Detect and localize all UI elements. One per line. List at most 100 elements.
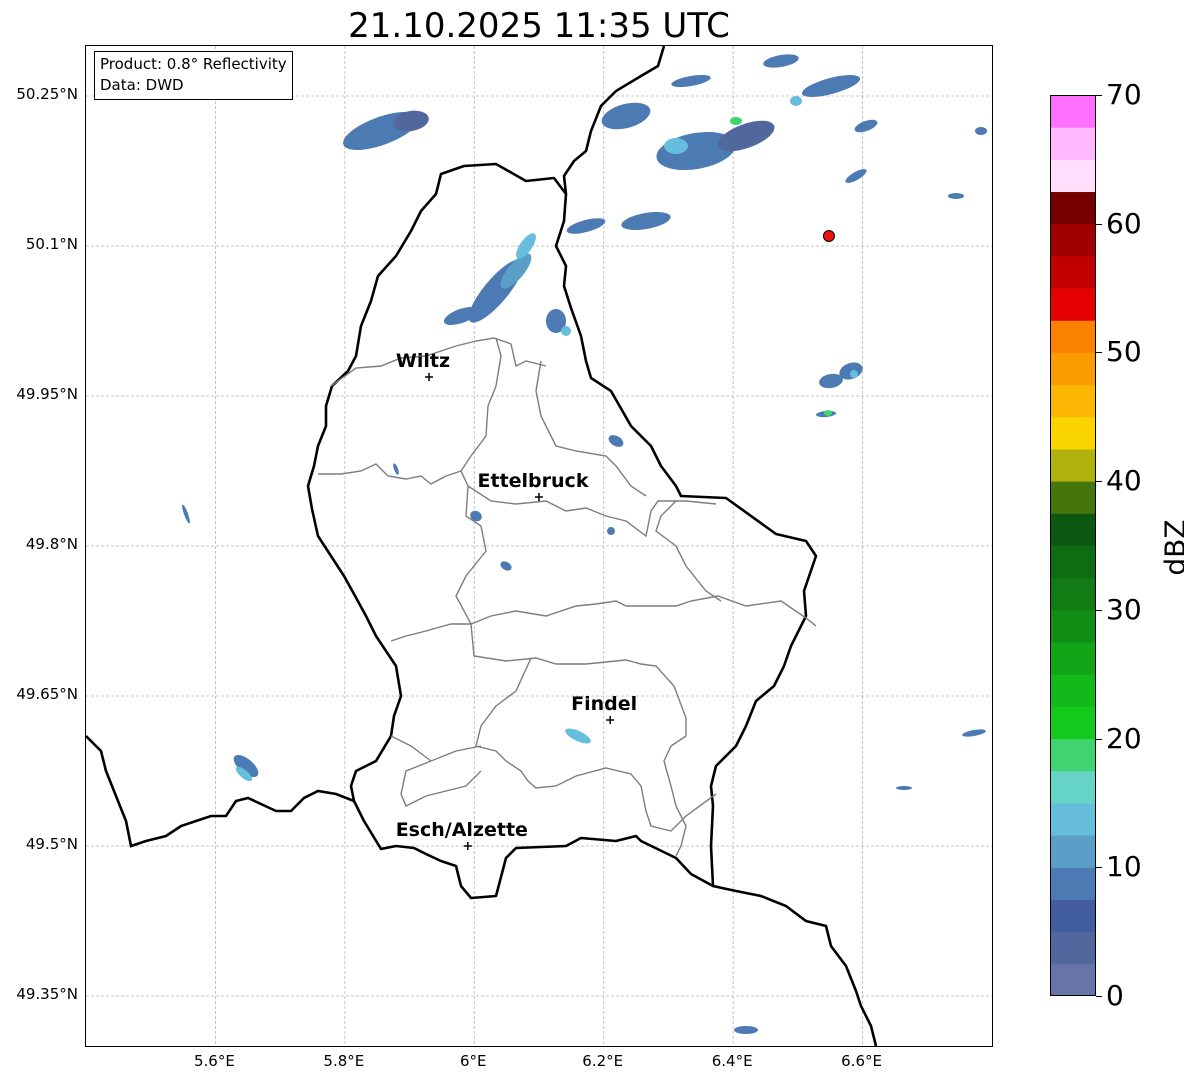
city-label: Esch/Alzette — [396, 819, 528, 841]
colorbar-segment — [1050, 255, 1096, 289]
product-info-box: Product: 0.8° Reflectivity Data: DWD — [94, 51, 293, 100]
colorbar-segment — [1050, 867, 1096, 900]
colorbar-segment — [1050, 609, 1096, 643]
radar-echo — [565, 728, 591, 744]
colorbar-segment — [1050, 352, 1096, 386]
radar-echo — [500, 561, 512, 571]
product-label: Product: 0.8° Reflectivity — [100, 55, 287, 73]
city-label: Ettelbruck — [478, 470, 589, 492]
lat-tick-label: 50.25°N — [16, 85, 78, 103]
lon-tick-label: 6.2°E — [582, 1052, 624, 1070]
canton-boundary — [655, 500, 722, 602]
colorbar-segment — [1050, 191, 1096, 225]
colorbar-segment — [1050, 706, 1096, 740]
lon-tick-label: 6.4°E — [711, 1052, 753, 1070]
luxembourg-border — [306, 162, 818, 900]
colorbar — [1050, 95, 1096, 996]
city-label: Findel — [571, 693, 637, 715]
canton-boundary — [318, 463, 462, 485]
city-label: Wiltz — [396, 350, 450, 372]
lat-tick-label: 49.5°N — [25, 835, 78, 853]
map-canvas[interactable]: Wiltz Ettelbruck Findel Esch/Alzette — [86, 46, 992, 1046]
lon-tick-label: 5.8°E — [323, 1052, 365, 1070]
radar-echo — [962, 729, 986, 737]
colorbar-segment — [1050, 770, 1096, 804]
colorbar-segment — [1050, 513, 1096, 546]
city-marker: Wiltz — [396, 350, 450, 381]
france-germany-border — [712, 884, 878, 1046]
colorbar-tick-label: 70 — [1106, 78, 1142, 111]
radar-echo — [730, 117, 742, 125]
radar-echo — [621, 212, 671, 230]
colorbar-segment — [1050, 738, 1096, 772]
colorbar-segment — [1050, 577, 1096, 611]
radar-echo — [850, 370, 858, 378]
graticule-lines — [86, 46, 992, 1046]
lat-tick-label: 49.8°N — [25, 535, 78, 553]
radar-echo — [393, 463, 399, 475]
colorbar-tick-mark — [1096, 609, 1102, 611]
colorbar-label: dBZ — [1158, 519, 1184, 576]
radar-echo — [948, 193, 964, 199]
city-marker: Esch/Alzette — [396, 819, 528, 850]
colorbar-tick-label: 30 — [1106, 592, 1142, 626]
canton-boundary — [390, 735, 432, 762]
colorbar-segment — [1050, 320, 1096, 353]
lon-tick-label: 6.6°E — [841, 1052, 882, 1070]
colorbar-tick-mark — [1096, 223, 1102, 225]
colorbar-segment — [1050, 481, 1096, 514]
colorbar-tick-mark — [1096, 867, 1102, 869]
colorbar-segment — [1050, 931, 1096, 965]
colorbar-segment — [1050, 674, 1096, 707]
radar-echo — [975, 127, 987, 135]
colorbar-tick-mark — [1096, 352, 1102, 354]
radar-echo — [763, 54, 799, 68]
colorbar-segment — [1050, 448, 1096, 482]
colorbar-segment — [1050, 545, 1096, 579]
colorbar-segment — [1050, 223, 1096, 257]
map-title: 21.10.2025 11:35 UTC — [348, 6, 730, 46]
city-marker: Findel — [571, 693, 637, 724]
colorbar-tick-mark — [1096, 95, 1102, 96]
radar-echo — [470, 510, 482, 522]
colorbar-tick-label: 40 — [1106, 464, 1142, 498]
radar-echo — [845, 169, 867, 183]
city-marker: Ettelbruck — [478, 470, 589, 501]
city-marker-layer: Wiltz Ettelbruck Findel Esch/Alzette — [396, 350, 637, 850]
colorbar-tick-label: 60 — [1106, 206, 1142, 240]
colorbar-segment — [1050, 127, 1096, 160]
canton-boundary — [400, 745, 482, 807]
colorbar-tick-label: 0 — [1106, 979, 1124, 1012]
france-belgium-border — [86, 735, 355, 848]
colorbar-tick-mark — [1096, 996, 1102, 997]
colorbar-tick-mark — [1096, 738, 1102, 740]
lat-tick-label: 49.95°N — [16, 385, 78, 403]
radar-echo — [608, 435, 624, 447]
map-panel[interactable]: Wiltz Ettelbruck Findel Esch/Alzette — [85, 45, 993, 1047]
radar-echo — [671, 74, 711, 88]
radar-echo — [601, 102, 651, 130]
colorbar-tick-mark — [1096, 481, 1102, 483]
colorbar-segment — [1050, 288, 1096, 321]
colorbar-tick-label: 10 — [1106, 850, 1142, 884]
colorbar-segment — [1050, 95, 1096, 128]
radar-echo — [734, 1026, 758, 1034]
radar-echo — [801, 75, 861, 97]
colorbar-tick-label: 50 — [1106, 335, 1142, 369]
canton-boundary — [663, 735, 687, 857]
colorbar-segment — [1050, 835, 1096, 868]
colorbar-tick-label: 20 — [1106, 721, 1142, 755]
colorbar-segment — [1050, 963, 1096, 996]
colorbar-segment — [1050, 416, 1096, 450]
radar-site-layer — [822, 230, 835, 242]
radar-echo — [896, 786, 912, 790]
radar-site-marker — [822, 230, 835, 242]
radar-echo — [790, 96, 802, 106]
radar-echo — [561, 326, 571, 336]
lat-tick-label: 50.1°N — [25, 235, 78, 253]
colorbar-segment — [1050, 802, 1096, 836]
colorbar-segment — [1050, 159, 1096, 193]
canton-boundary — [475, 657, 717, 832]
radar-echo — [824, 410, 832, 416]
lon-tick-label: 5.6°E — [194, 1052, 235, 1070]
